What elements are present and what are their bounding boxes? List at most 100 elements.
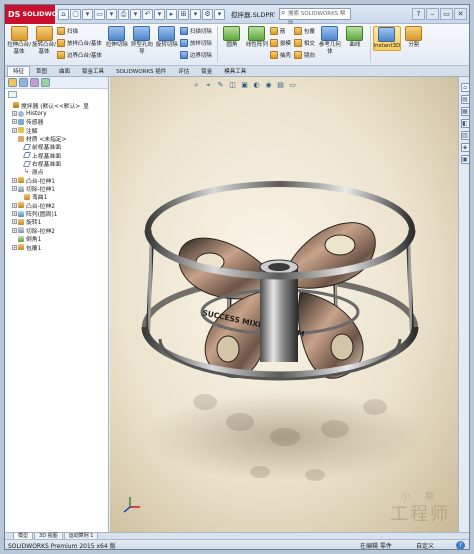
feature-tree-item[interactable]: 前视基准面 [5, 143, 109, 151]
hole-wizard-button[interactable]: 异型孔向导 [130, 26, 154, 55]
feature-tree-item[interactable]: + 切除-拉伸1 [5, 184, 109, 193]
loft-button[interactable]: 放样凸台/基体 [57, 38, 102, 48]
wrap-button[interactable]: 包覆 [293, 26, 315, 36]
close-button[interactable]: ✕ [454, 8, 467, 20]
quick-access-icon[interactable]: ⎙ [118, 8, 129, 20]
expand-toggle-icon[interactable]: + [12, 111, 17, 117]
feature-manager-tab-icon[interactable] [8, 78, 17, 87]
maximize-button[interactable]: ▭ [440, 8, 453, 20]
extrude-boss-button[interactable]: 拉伸凸台/基体 [7, 26, 31, 55]
mirror-button[interactable]: 镜向 [293, 50, 315, 60]
help-icon[interactable]: ? [456, 541, 465, 549]
feature-tree-item[interactable]: + 旋转1 [5, 218, 109, 226]
expand-toggle-icon[interactable]: + [12, 227, 17, 233]
reflection-hole [363, 399, 387, 415]
feature-tree-item[interactable]: ↳ 原点 [5, 168, 109, 176]
graphics-area[interactable]: ⌕ ⌖ ✎ ◫ ▣ ◐ ◉ ▤ ▭ SUCCESS MIXER SYSTEM 小… [110, 77, 458, 532]
help-icon[interactable]: ? [412, 8, 425, 20]
rib-button[interactable]: 筋 [269, 26, 291, 36]
quick-access-icon[interactable]: ▸ [166, 8, 177, 20]
filter-icon[interactable] [8, 91, 17, 98]
boundary-cut-button[interactable]: 边界切除 [179, 50, 212, 60]
fillet-label: 圆角 [226, 42, 238, 48]
linear-pattern-button[interactable]: 线性阵列 [245, 26, 269, 49]
instant3d-button[interactable]: Instant3D [372, 26, 401, 51]
expand-toggle-icon[interactable]: + [12, 244, 17, 250]
task-pane-icon[interactable]: ◧ [460, 119, 469, 128]
hole-wizard-label: 异型孔向导 [130, 42, 153, 55]
feature-tree-item[interactable]: 右视基准面 [5, 159, 109, 168]
extrude-cut-button[interactable]: 拉伸切除 [105, 26, 129, 49]
curves-button[interactable]: 曲线 [343, 26, 367, 49]
shell-button[interactable]: 抽壳 [269, 50, 291, 60]
command-tab[interactable]: 特征 [7, 66, 31, 76]
quick-access-icon[interactable]: ▾ [154, 8, 165, 20]
command-tab[interactable]: 曲面 [53, 66, 76, 76]
expand-toggle-icon[interactable]: + [12, 177, 17, 183]
swept-cut-button[interactable]: 扫描切除 [179, 26, 212, 36]
reference-geometry-button[interactable]: 参考几何体 [318, 26, 342, 55]
feature-tree-item[interactable]: + 包覆1 [5, 243, 109, 251]
feature-tree-item[interactable]: 搅拌器 (默认<<默认>_显 [5, 101, 109, 109]
expand-toggle-icon[interactable]: + [12, 202, 17, 208]
feature-tree-item[interactable]: + 注解 [5, 126, 109, 134]
feature-tree-item[interactable]: 弯曲1 [5, 193, 109, 201]
configuration-manager-tab-icon[interactable] [30, 78, 39, 87]
feature-tree-item[interactable]: + 切除-拉伸2 [5, 226, 109, 235]
feature-tree-item[interactable]: + 传感器 [5, 118, 109, 126]
split-button[interactable]: 分割 [402, 26, 426, 49]
solidworks-logo[interactable]: DS SOLIDWORKS [5, 5, 72, 24]
command-tab[interactable]: 草图 [30, 66, 53, 76]
blade-cutout [330, 333, 354, 361]
quick-access-icon[interactable]: ⚙ [202, 8, 213, 20]
minimize-button[interactable]: – [426, 8, 439, 20]
quick-access-icon[interactable]: ▾ [214, 8, 225, 20]
revolve-cut-button[interactable]: 旋转切除 [155, 26, 179, 49]
feature-tree-item[interactable]: + 阵列(圆周)1 [5, 209, 109, 218]
expand-toggle-icon[interactable]: + [12, 127, 17, 133]
command-tab[interactable]: 模具工具 [218, 66, 252, 76]
fillet-button[interactable]: 圆角 [220, 26, 244, 49]
dimxpert-manager-tab-icon[interactable] [41, 78, 50, 87]
feature-tree-item[interactable]: + 凸台-拉伸1 [5, 176, 109, 184]
command-tab[interactable]: 钣金 [195, 66, 218, 76]
task-pane-icon[interactable]: ▣ [460, 155, 469, 164]
search-input[interactable]: 搜索 SOLIDWORKS 帮助 [279, 8, 351, 27]
feature-tree-item[interactable]: 倒角1 [5, 235, 109, 243]
feature-tree-item[interactable]: 上视基准面 [5, 151, 109, 159]
status-units[interactable]: 自定义 [416, 541, 456, 549]
task-pane-icon[interactable]: ▦ [460, 107, 469, 116]
quick-access-icon[interactable]: ⊞ [178, 8, 189, 20]
draft-button[interactable]: 拔模 [269, 38, 291, 48]
expand-toggle-icon[interactable]: + [12, 186, 17, 192]
intersect-button[interactable]: 相交 [293, 38, 315, 48]
quick-access-icon[interactable]: ▾ [190, 8, 201, 20]
quick-access-icon[interactable]: ▢ [70, 8, 81, 20]
sweep-button[interactable]: 扫描 [57, 26, 102, 36]
boundary-boss-button[interactable]: 边界凸台/基体 [57, 50, 102, 60]
task-pane-icon[interactable]: ◈ [460, 143, 469, 152]
expand-toggle-icon[interactable]: + [12, 219, 17, 225]
expand-toggle-icon[interactable]: + [12, 119, 17, 125]
feature-tree-item[interactable]: 材质 <未指定> [5, 134, 109, 143]
command-tab[interactable]: 钣金工具 [76, 66, 110, 76]
command-tab[interactable]: SOLIDWORKS 插件 [110, 66, 172, 76]
feature-tree-item[interactable]: + History [5, 109, 109, 117]
command-tab[interactable]: 评估 [172, 66, 195, 76]
task-pane-icon[interactable]: ▤ [460, 95, 469, 104]
quick-access-icon[interactable]: ▾ [82, 8, 93, 20]
quick-access-icon[interactable]: ↶ [142, 8, 153, 20]
lofted-cut-button[interactable]: 放样切除 [179, 38, 212, 48]
task-pane-icon[interactable]: ▥ [460, 131, 469, 140]
status-product: SOLIDWORKS Premium 2015 x64 版 [8, 543, 116, 550]
expand-toggle-icon[interactable]: + [12, 211, 17, 217]
quick-access-icon[interactable]: ▾ [130, 8, 141, 20]
feature-tree-item[interactable]: + 凸台-拉伸2 [5, 201, 109, 209]
feature-tree-label: 前视基准面 [32, 145, 61, 152]
task-pane-icon[interactable]: ⌂ [460, 83, 469, 92]
property-manager-tab-icon[interactable] [19, 78, 28, 87]
quick-access-icon[interactable]: ▾ [106, 8, 117, 20]
quick-access-icon[interactable]: ▭ [94, 8, 105, 20]
revolve-boss-button[interactable]: 旋转凸台/基体 [32, 26, 56, 55]
quick-access-icon[interactable]: ⌂ [58, 8, 69, 20]
